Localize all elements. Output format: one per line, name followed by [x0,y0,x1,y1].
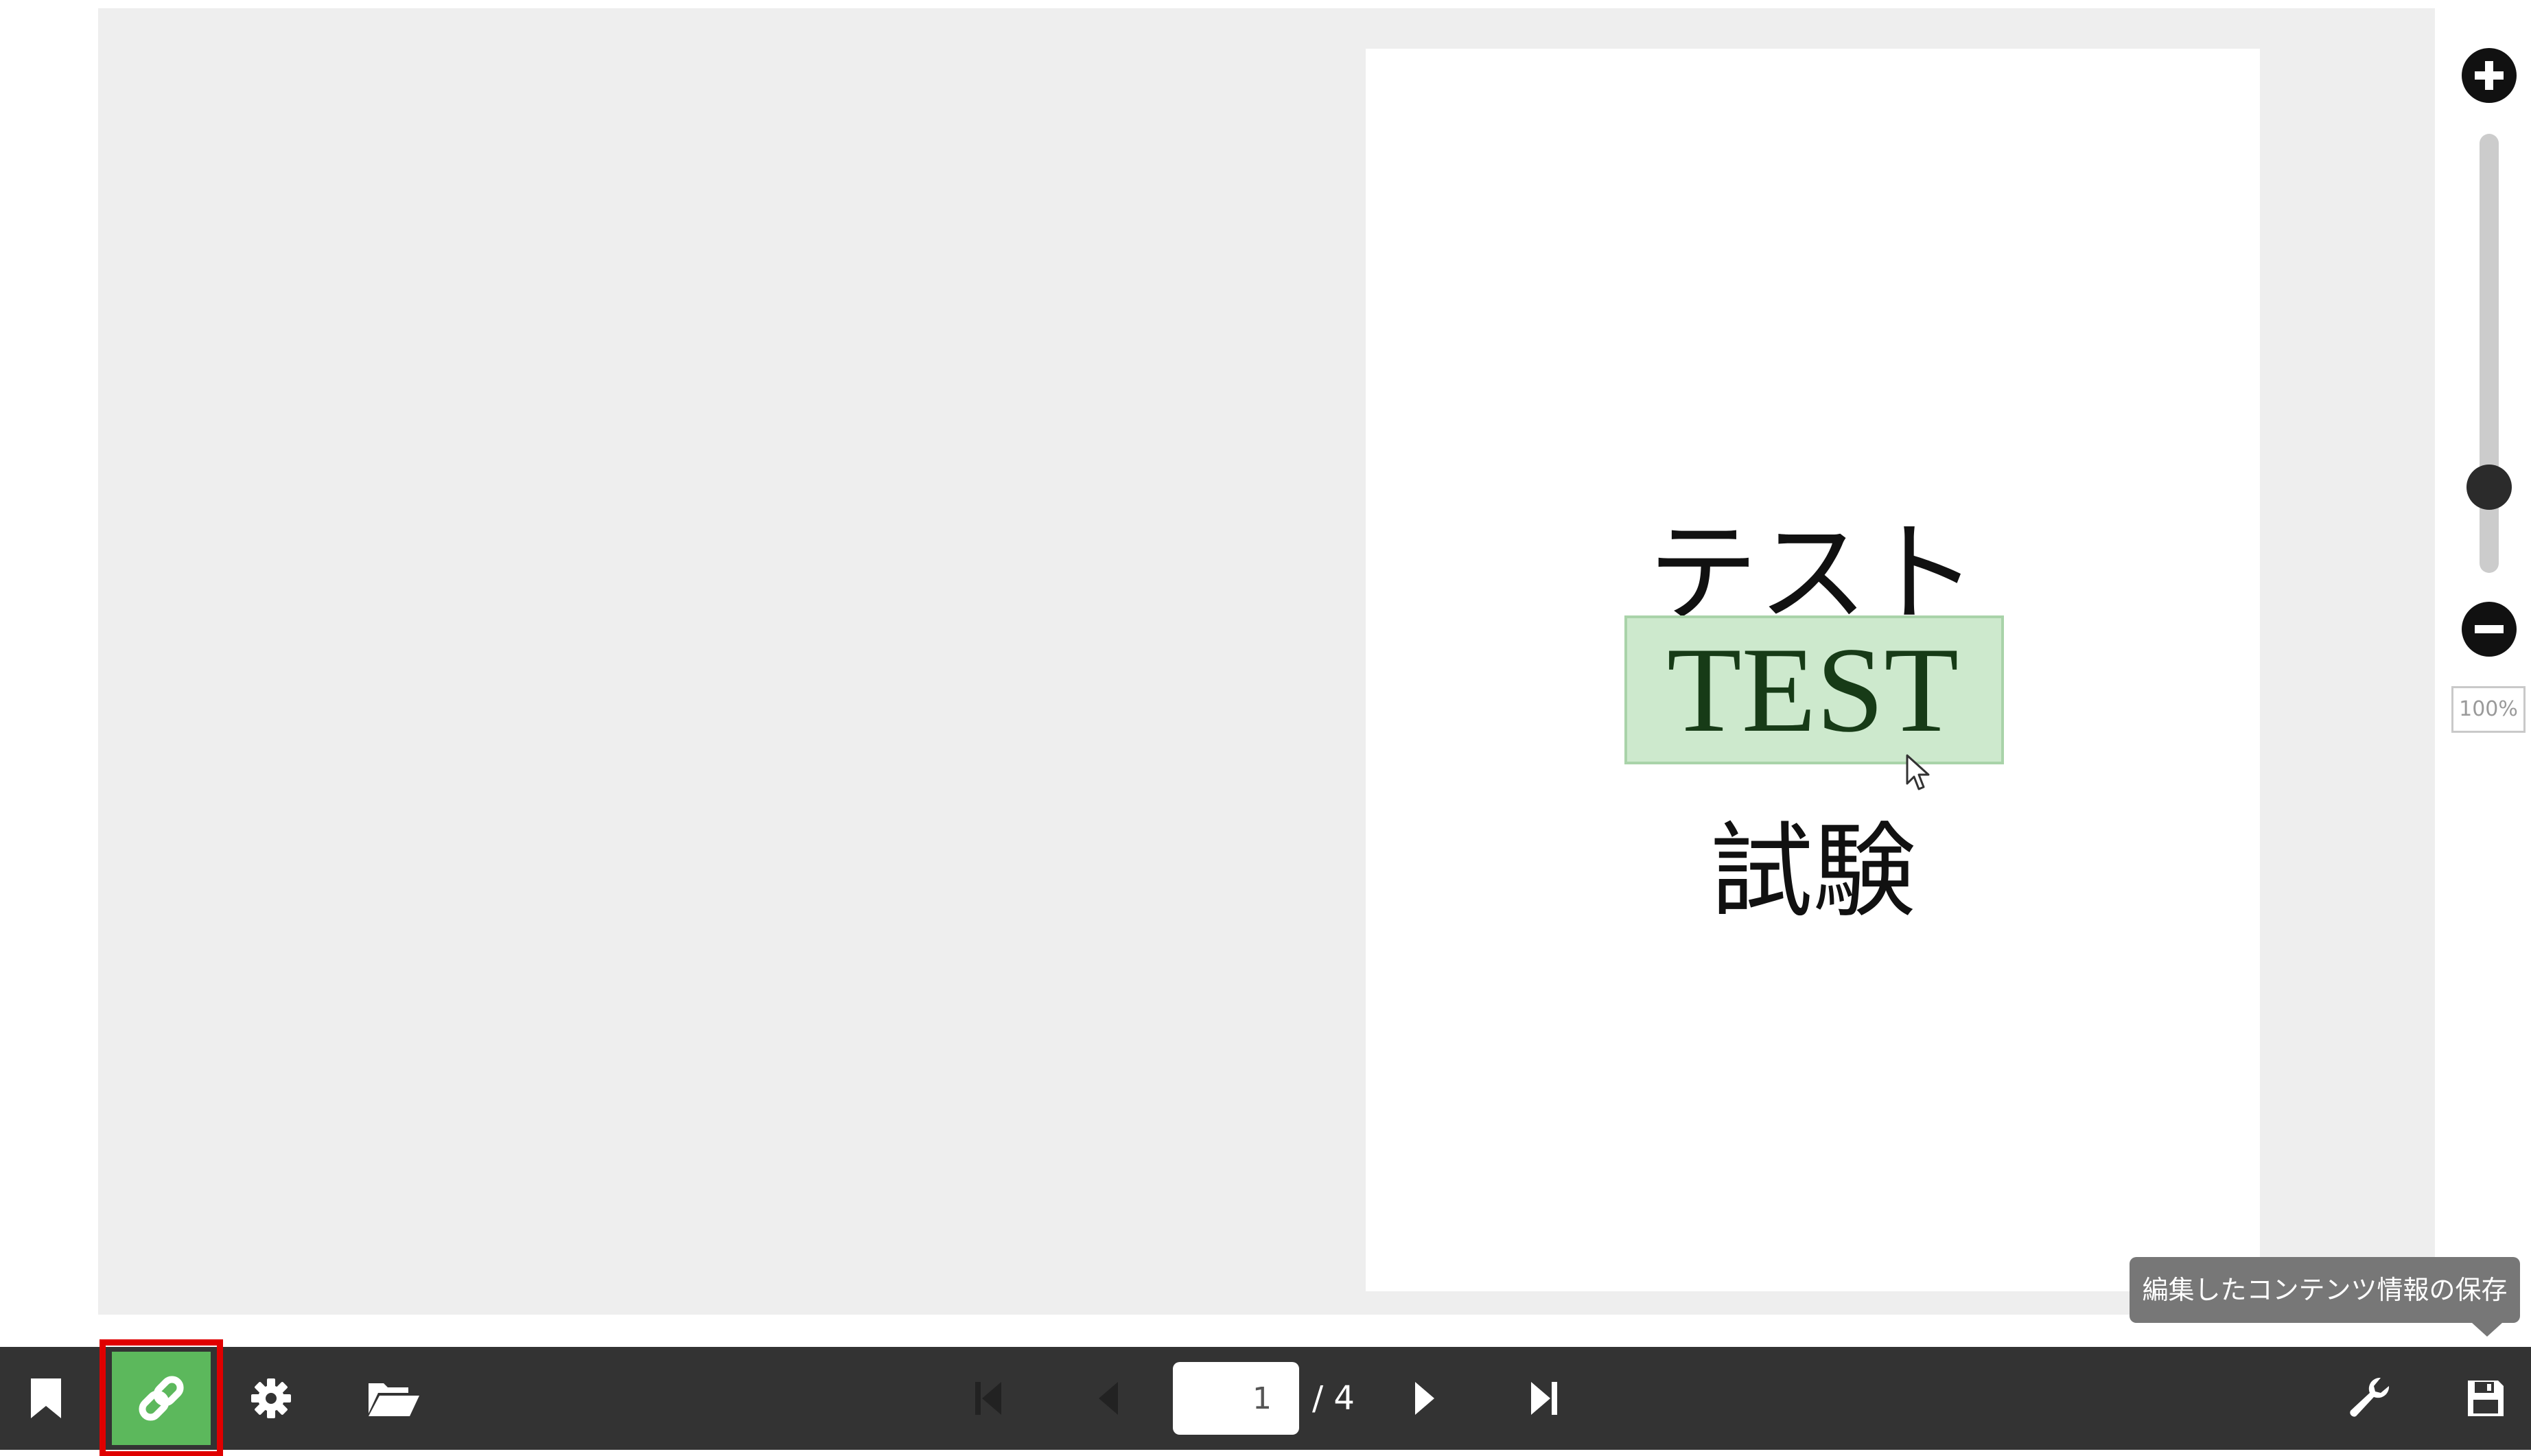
save-icon [2468,1381,2504,1416]
settings-button[interactable] [240,1347,302,1450]
first-page-icon [975,1382,1001,1415]
page-text-kanji: 試験 [1710,812,1916,932]
last-page-icon [1531,1382,1557,1415]
last-page-button[interactable] [1517,1347,1572,1450]
zoom-slider-thumb[interactable] [2466,465,2512,510]
document-page: テスト TEST 試験 [1366,49,2260,1291]
previous-page-button[interactable] [1081,1347,1136,1450]
wrench-icon [2350,1377,2390,1417]
mouse-cursor-icon [1906,754,1930,790]
bookmark-icon [31,1378,61,1418]
bookmark-button[interactable] [15,1347,77,1450]
gear-icon [251,1378,291,1418]
folder-open-icon [369,1383,419,1416]
next-page-button[interactable] [1397,1347,1452,1450]
zoom-in-button[interactable] [2462,48,2517,103]
zoom-level-display: 100% [2451,686,2526,733]
next-page-icon [1415,1382,1434,1415]
page-total-label: / 4 [1312,1379,1355,1418]
bottom-toolbar: / 4 [0,1339,2531,1456]
link-button-highlight [100,1339,223,1456]
save-button[interactable] [2455,1347,2517,1450]
first-page-button[interactable] [961,1347,1016,1450]
link-button[interactable] [112,1352,211,1445]
open-folder-button[interactable] [361,1347,425,1450]
document-viewer[interactable]: テスト TEST 試験 [98,8,2435,1315]
link-icon [139,1376,184,1421]
previous-page-icon [1099,1382,1118,1415]
page-number-input[interactable] [1173,1362,1299,1435]
tools-button[interactable] [2339,1347,2401,1450]
save-tooltip: 編集したコンテンツ情報の保存 [2130,1257,2520,1323]
page-text-english: TEST [1666,622,1959,758]
zoom-out-button[interactable] [2462,602,2517,657]
tooltip-arrow [2472,1323,2502,1337]
